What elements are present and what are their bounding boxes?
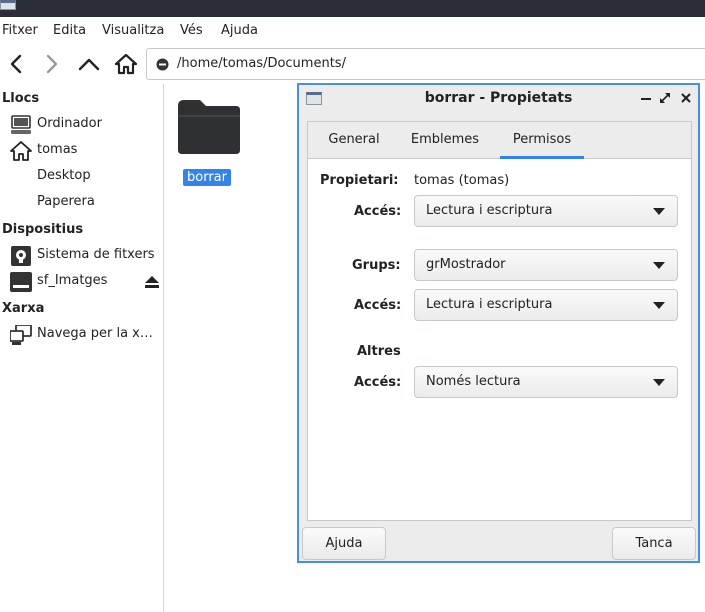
dropdown-arrow-icon [653, 302, 665, 309]
network-icon [10, 325, 32, 345]
sidebar-item-sistema-de-fitxers[interactable]: Sistema de fitxers [0, 243, 162, 269]
back-button[interactable] [2, 50, 30, 78]
disk-icon [10, 272, 32, 292]
owner-access-select[interactable]: Lectura i escriptura [414, 195, 678, 227]
tab-permisos[interactable]: Permisos [500, 122, 584, 159]
forward-button[interactable] [38, 50, 66, 78]
sidebar-item-desktop[interactable]: Desktop [0, 164, 162, 190]
sidebar-item-tomas[interactable]: tomas [0, 138, 162, 164]
dropdown-arrow-icon [653, 379, 665, 386]
others-access-label: Accés: [354, 375, 402, 390]
group-access-select[interactable]: Lectura i escriptura [414, 289, 678, 321]
group-value: grMostrador [426, 257, 506, 272]
owner-access-value: Lectura i escriptura [426, 203, 553, 218]
sidebar-section-llocs: Llocs [2, 91, 40, 106]
sidebar-item-navega-xarxa[interactable]: Navega per la x… [0, 322, 162, 348]
menu-bar: Fitxer Edita Visualitza Vés Ajuda [0, 17, 705, 44]
tab-bar: General Emblemes Permisos [308, 122, 691, 159]
location-path: /home/tomas/Documents/ [177, 56, 346, 71]
back-icon [10, 54, 22, 74]
file-item-borrar[interactable]: borrar [170, 94, 246, 186]
menu-ves[interactable]: Vés [180, 23, 203, 38]
toolbar: /home/tomas/Documents/ [0, 44, 705, 84]
sidebar: Llocs Ordinador tomas Desktop Paperera D… [0, 84, 164, 612]
tab-emblemes[interactable]: Emblemes [402, 122, 488, 159]
owner-value: tomas (tomas) [414, 173, 510, 188]
sidebar-section-xarxa: Xarxa [2, 301, 45, 316]
sidebar-section-dispositius: Dispositius [2, 222, 84, 237]
dialog-titlebar[interactable]: borrar - Propietats [299, 85, 698, 112]
sidebar-item-label: Paperera [37, 194, 95, 209]
owner-access-label: Accés: [354, 204, 402, 219]
home-button[interactable] [112, 50, 140, 78]
menu-visualitza[interactable]: Visualitza [102, 23, 164, 38]
properties-dialog: borrar - Propietats General Emblemes Per… [297, 83, 700, 563]
sidebar-item-label: Desktop [37, 168, 91, 183]
file-name-selected: borrar [183, 169, 231, 186]
group-select[interactable]: grMostrador [414, 249, 678, 281]
sidebar-item-label: Ordinador [37, 116, 102, 131]
up-icon [78, 58, 100, 71]
sidebar-item-label: Sistema de fitxers [37, 247, 155, 262]
help-button[interactable]: Ajuda [302, 527, 386, 560]
maximize-icon[interactable] [657, 90, 673, 106]
sidebar-item-ordinador[interactable]: Ordinador [0, 112, 162, 138]
window-icon [0, 0, 16, 10]
up-button[interactable] [75, 50, 103, 78]
close-button[interactable]: Tanca [612, 527, 696, 560]
home-icon [114, 53, 138, 75]
eject-icon[interactable] [145, 276, 159, 288]
close-icon[interactable] [678, 90, 694, 106]
menu-edita[interactable]: Edita [53, 23, 86, 38]
menu-ajuda[interactable]: Ajuda [221, 23, 258, 38]
sidebar-item-sf-imatges[interactable]: sf_Imatges [0, 269, 162, 295]
group-label: Grups: [352, 258, 401, 273]
drive-icon [11, 246, 31, 266]
sidebar-item-label: Navega per la x… [37, 326, 153, 341]
menu-fitxer[interactable]: Fitxer [2, 23, 38, 38]
folder-icon [178, 100, 240, 154]
others-access-value: Només lectura [426, 374, 521, 389]
computer-icon [11, 115, 31, 134]
location-status-icon [156, 58, 169, 71]
others-label: Altres [357, 344, 401, 359]
home-icon [10, 141, 32, 161]
forward-icon [46, 54, 58, 74]
dropdown-arrow-icon [653, 262, 665, 269]
location-bar[interactable]: /home/tomas/Documents/ [146, 48, 705, 80]
owner-label: Propietari: [320, 173, 399, 188]
group-access-value: Lectura i escriptura [426, 297, 553, 312]
others-access-select[interactable]: Només lectura [414, 366, 678, 398]
tab-general[interactable]: General [318, 122, 390, 159]
dropdown-arrow-icon [653, 208, 665, 215]
minimize-icon[interactable] [638, 90, 654, 106]
sidebar-item-label: sf_Imatges [37, 273, 108, 288]
properties-notebook: General Emblemes Permisos Propietari: to… [307, 121, 692, 521]
window-top-strip [0, 0, 705, 17]
group-access-label: Accés: [354, 298, 402, 313]
sidebar-item-label: tomas [37, 142, 78, 157]
sidebar-item-paperera[interactable]: Paperera [0, 190, 162, 216]
